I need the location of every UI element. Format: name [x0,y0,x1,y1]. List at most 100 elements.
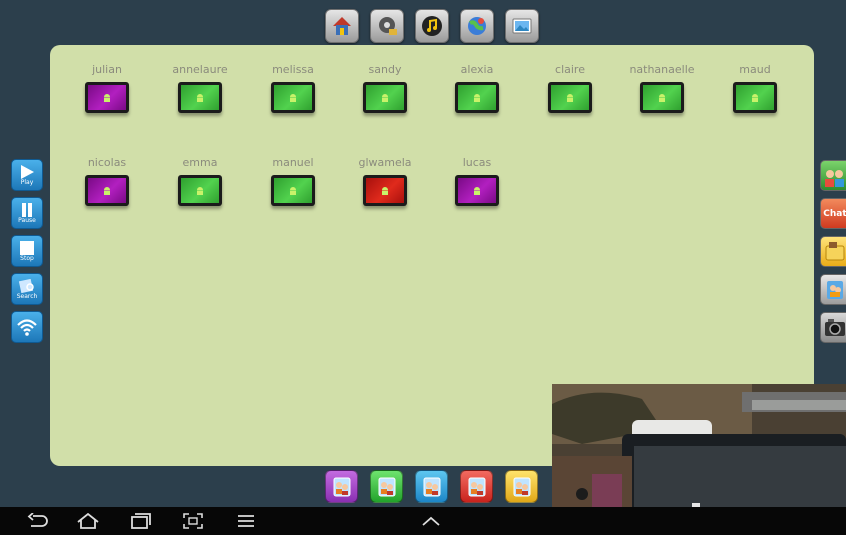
android-icon [104,186,110,195]
student-name: glwamela [358,156,412,169]
student-name: annelaure [172,63,228,76]
music-button[interactable] [415,9,449,43]
tablet-screen-green [274,85,312,110]
android-icon [752,93,758,102]
student-nicolas[interactable]: nicolas [67,155,147,206]
student-claire[interactable]: claire [530,62,610,113]
chat-button[interactable]: Chat [820,198,846,229]
home-icon [333,17,351,35]
tablet-screen-purple [88,178,126,203]
student-tablet-icon[interactable] [363,175,407,206]
student-maud[interactable]: maud [715,62,795,113]
play-icon [21,164,34,179]
right-sidebar: Chat [820,160,846,343]
android-icon [290,93,296,102]
tablet-screen-purple [458,178,496,203]
student-tablet-icon[interactable] [85,82,129,113]
home-button[interactable] [325,9,359,43]
android-icon [474,93,480,102]
student-melissa[interactable]: melissa [253,62,333,113]
screenshot-button[interactable] [180,511,206,531]
video-button[interactable] [370,9,404,43]
group-users-icon [378,477,395,496]
users-icon [827,280,843,299]
web-button[interactable] [460,9,494,43]
expand-button[interactable] [418,511,444,531]
student-manuel[interactable]: manuel [253,155,333,206]
student-tablet-icon[interactable] [640,82,684,113]
student-nathanaelle[interactable]: nathanaelle [622,62,702,113]
student-tablet-icon[interactable] [733,82,777,113]
student-tablet-icon[interactable] [271,82,315,113]
search-icon [18,278,34,293]
camera-button[interactable] [820,312,846,343]
stop-label: Stop [20,254,34,262]
student-tablet-icon[interactable] [178,82,222,113]
photo-button[interactable] [505,9,539,43]
pause-icon [22,202,32,217]
student-name: melissa [272,63,314,76]
student-glwamela[interactable]: glwamela [345,155,425,206]
file-button[interactable] [820,236,846,267]
menu-button[interactable] [233,511,259,531]
student-julian[interactable]: julian [67,62,147,113]
student-tablet-icon[interactable] [363,82,407,113]
tablet-screen-green [551,85,589,110]
student-tablet-icon[interactable] [271,175,315,206]
student-tablet-icon[interactable] [455,175,499,206]
tablet-screen-green [736,85,774,110]
play-button[interactable]: Play [11,159,43,191]
students-group-button[interactable] [820,160,846,191]
system-nav-bar [0,507,846,535]
student-lucas[interactable]: lucas [437,155,517,206]
group-blue-button[interactable] [415,470,448,503]
pause-button[interactable]: Pause [11,197,43,229]
pause-label: Pause [18,216,36,224]
play-label: Play [20,178,34,186]
student-sandy[interactable]: sandy [345,62,425,113]
student-tablet-icon[interactable] [85,175,129,206]
back-icon [27,513,48,527]
group-users-icon [468,477,485,496]
student-name: lucas [462,156,492,169]
users-button[interactable] [820,274,846,305]
globe-icon [468,17,486,35]
group-yellow-button[interactable] [505,470,538,503]
group-users-icon [423,477,440,496]
home-nav-button[interactable] [75,511,101,531]
film-icon [379,17,397,35]
student-name: nathanaelle [629,63,695,76]
tablet-screen-green [274,178,312,203]
student-name: julian [92,63,122,76]
student-tablet-icon[interactable] [548,82,592,113]
recents-icon [131,513,151,529]
wifi-button[interactable] [11,311,43,343]
group-purple-button[interactable] [325,470,358,503]
student-annelaure[interactable]: annelaure [160,62,240,113]
stop-icon [20,240,34,255]
home-nav-icon [77,513,99,529]
chevron-up-icon [422,516,440,526]
stop-button[interactable]: Stop [11,235,43,267]
recents-button[interactable] [128,511,154,531]
group-green-button[interactable] [370,470,403,503]
group-red-button[interactable] [460,470,493,503]
android-icon [567,93,573,102]
student-alexia[interactable]: alexia [437,62,517,113]
file-icon [825,241,845,260]
student-name: alexia [460,63,494,76]
screenshot-icon [183,513,203,529]
student-emma[interactable]: emma [160,155,240,206]
left-sidebar: Play Pause Stop Search [11,159,43,343]
tablet-screen-green [181,85,219,110]
music-icon [422,16,442,36]
android-icon [290,186,296,195]
student-tablet-icon[interactable] [178,175,222,206]
student-tablet-icon[interactable] [455,82,499,113]
top-toolbar [325,9,539,43]
tablet-screen-green [643,85,681,110]
back-button[interactable] [25,511,51,531]
search-button[interactable]: Search [11,273,43,305]
search-label: Search [16,292,38,300]
chat-label: Chat [823,208,846,219]
